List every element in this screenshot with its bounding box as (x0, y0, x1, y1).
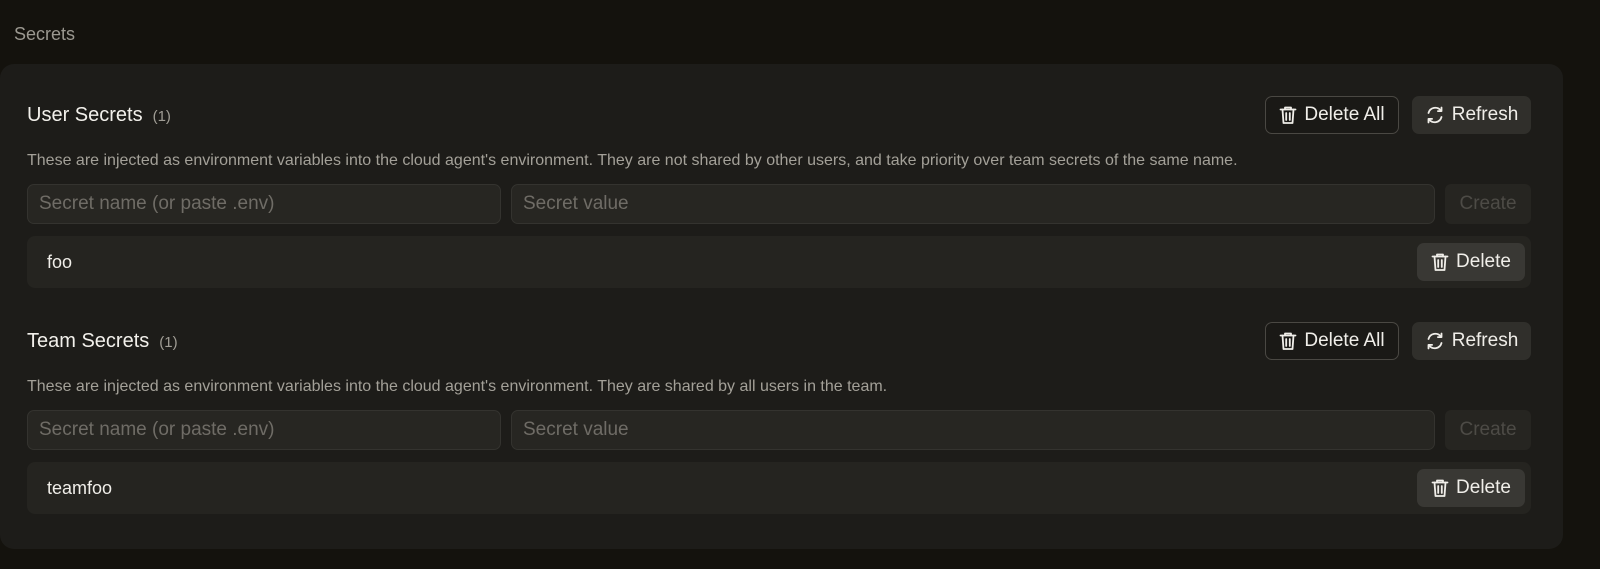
page-title: Secrets (14, 24, 76, 44)
refresh-icon (1427, 332, 1443, 350)
team-secrets-title: Team Secrets (27, 330, 150, 352)
secrets-panel: User Secrets (1) Delete All Refresh These… (0, 64, 1563, 549)
team-secrets-header: Team Secrets (1) (27, 330, 178, 353)
team-secret-row: teamfoo Delete (27, 462, 1531, 514)
trash-icon (1431, 253, 1449, 271)
user-secrets-description: These are injected as environment variab… (27, 152, 1238, 169)
team-delete-all-label: Delete All (1304, 330, 1385, 351)
team-secret-delete-button[interactable]: Delete (1417, 469, 1525, 507)
user-delete-all-button[interactable]: Delete All (1265, 96, 1399, 134)
secret-name: foo (47, 252, 73, 272)
user-secret-delete-button[interactable]: Delete (1417, 243, 1525, 281)
user-refresh-label: Refresh (1451, 104, 1519, 125)
delete-label: Delete (1456, 251, 1511, 272)
user-secret-name-input[interactable] (27, 184, 501, 224)
trash-icon (1279, 332, 1297, 350)
user-secrets-count: (1) (152, 108, 171, 125)
team-secret-name-input[interactable] (27, 410, 501, 450)
team-refresh-button[interactable]: Refresh (1412, 322, 1531, 360)
user-secrets-header: User Secrets (1) (27, 104, 171, 127)
team-create-button[interactable]: Create (1445, 410, 1531, 450)
secret-name: teamfoo (47, 478, 113, 498)
team-refresh-label: Refresh (1451, 330, 1519, 351)
team-secret-value-input[interactable] (511, 410, 1435, 450)
trash-icon (1431, 479, 1449, 497)
user-delete-all-label: Delete All (1304, 104, 1385, 125)
team-secrets-count: (1) (159, 334, 178, 351)
delete-label: Delete (1456, 477, 1511, 498)
refresh-icon (1427, 106, 1443, 124)
user-create-button[interactable]: Create (1445, 184, 1531, 224)
user-refresh-button[interactable]: Refresh (1412, 96, 1531, 134)
team-delete-all-button[interactable]: Delete All (1265, 322, 1399, 360)
team-secrets-description: These are injected as environment variab… (27, 378, 888, 395)
trash-icon (1279, 106, 1297, 124)
user-secret-value-input[interactable] (511, 184, 1435, 224)
user-secrets-title: User Secrets (27, 104, 143, 126)
user-secret-row: foo Delete (27, 236, 1531, 288)
